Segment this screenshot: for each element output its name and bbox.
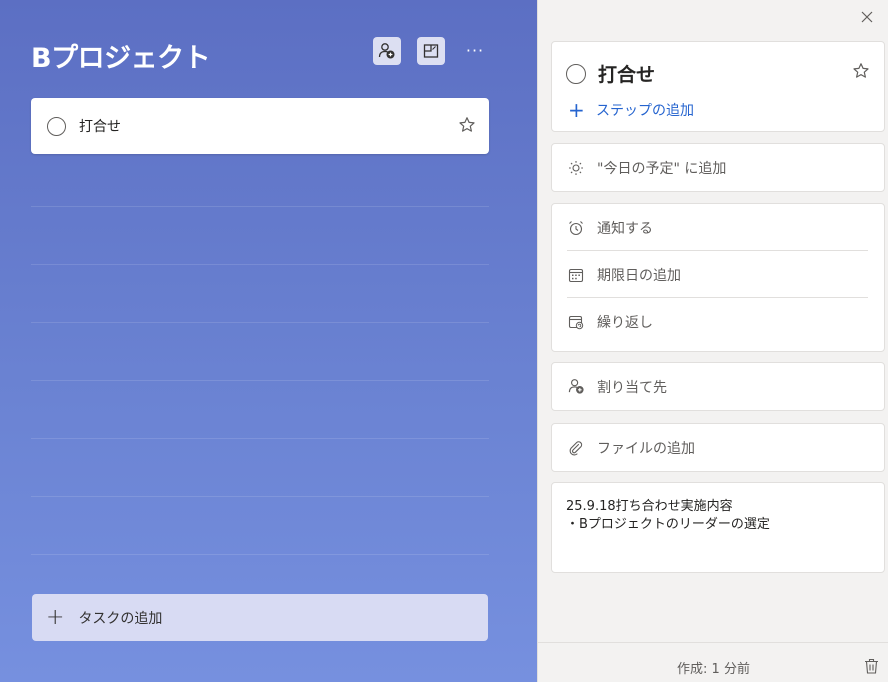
divider: [31, 206, 489, 207]
divider: [31, 264, 489, 265]
more-options-button[interactable]: ···: [461, 37, 489, 65]
paperclip-icon: [567, 439, 585, 457]
add-task-label: タスクの追加: [78, 610, 163, 627]
calendar-icon: [567, 266, 585, 284]
note-text[interactable]: 25.9.18打ち合わせ実施内容 ・Bプロジェクトのリーダーの選定: [552, 483, 884, 549]
assign-card: 割り当て先: [551, 362, 885, 411]
divider: [31, 496, 489, 497]
detail-task-title[interactable]: 打合せ: [598, 60, 655, 87]
add-step-button[interactable]: + ステップの追加: [568, 100, 694, 120]
note-card[interactable]: 25.9.18打ち合わせ実施内容 ・Bプロジェクトのリーダーの選定: [551, 482, 885, 573]
sun-icon: [567, 159, 585, 177]
complete-task-checkbox[interactable]: [47, 116, 66, 136]
repeat-label: 繰り返し: [597, 314, 653, 331]
list-title[interactable]: Bプロジェクト: [31, 36, 211, 75]
add-task-button[interactable]: + タスクの追加: [32, 594, 488, 641]
detail-footer: 作成: 1 分前: [538, 642, 888, 682]
close-icon[interactable]: [859, 9, 875, 25]
star-icon[interactable]: [852, 62, 870, 80]
task-title-card: 打合せ + ステップの追加: [551, 41, 885, 132]
add-to-my-day-button[interactable]: "今日の予定" に追加: [552, 144, 884, 191]
plus-icon: +: [568, 98, 585, 122]
assign-user-icon: [378, 43, 395, 59]
remind-me-label: 通知する: [597, 220, 653, 237]
assign-to-label: 割り当て先: [597, 379, 667, 396]
divider: [31, 380, 489, 381]
task-detail-pane: 打合せ + ステップの追加 "今日の予定" に追加 通知する 期限日の追加 繰り…: [537, 0, 888, 682]
task-list-pane: Bプロジェクト ··· 打合せ + タスクの追加: [0, 0, 537, 682]
alarm-clock-icon: [567, 219, 585, 237]
add-to-my-day-label: "今日の予定" に追加: [597, 160, 727, 177]
layout-button[interactable]: [417, 37, 445, 65]
created-timestamp: 作成: 1 分前: [677, 662, 750, 677]
trash-icon[interactable]: [864, 658, 879, 674]
task-title: 打合せ: [79, 119, 121, 135]
plus-icon: +: [46, 604, 65, 630]
more-icon: ···: [465, 41, 485, 60]
divider: [31, 438, 489, 439]
add-due-date-button[interactable]: 期限日の追加: [552, 251, 884, 298]
remind-me-button[interactable]: 通知する: [552, 204, 884, 251]
divider: [31, 322, 489, 323]
repeat-calendar-icon: [567, 313, 585, 331]
add-file-button[interactable]: ファイルの追加: [552, 424, 884, 471]
assign-user-button[interactable]: [373, 37, 401, 65]
star-icon[interactable]: [458, 116, 476, 134]
complete-task-checkbox[interactable]: [566, 63, 586, 84]
add-step-label: ステップの追加: [596, 103, 694, 119]
assign-to-button[interactable]: 割り当て先: [552, 363, 884, 410]
task-item[interactable]: 打合せ: [31, 98, 489, 154]
file-card: ファイルの追加: [551, 423, 885, 472]
schedule-card: 通知する 期限日の追加 繰り返し: [551, 203, 885, 352]
add-file-label: ファイルの追加: [597, 440, 695, 457]
assign-user-icon: [567, 378, 585, 396]
add-due-date-label: 期限日の追加: [597, 267, 681, 284]
my-day-card: "今日の予定" に追加: [551, 143, 885, 192]
layout-icon: [423, 44, 439, 58]
repeat-button[interactable]: 繰り返し: [552, 298, 884, 345]
divider: [31, 554, 489, 555]
